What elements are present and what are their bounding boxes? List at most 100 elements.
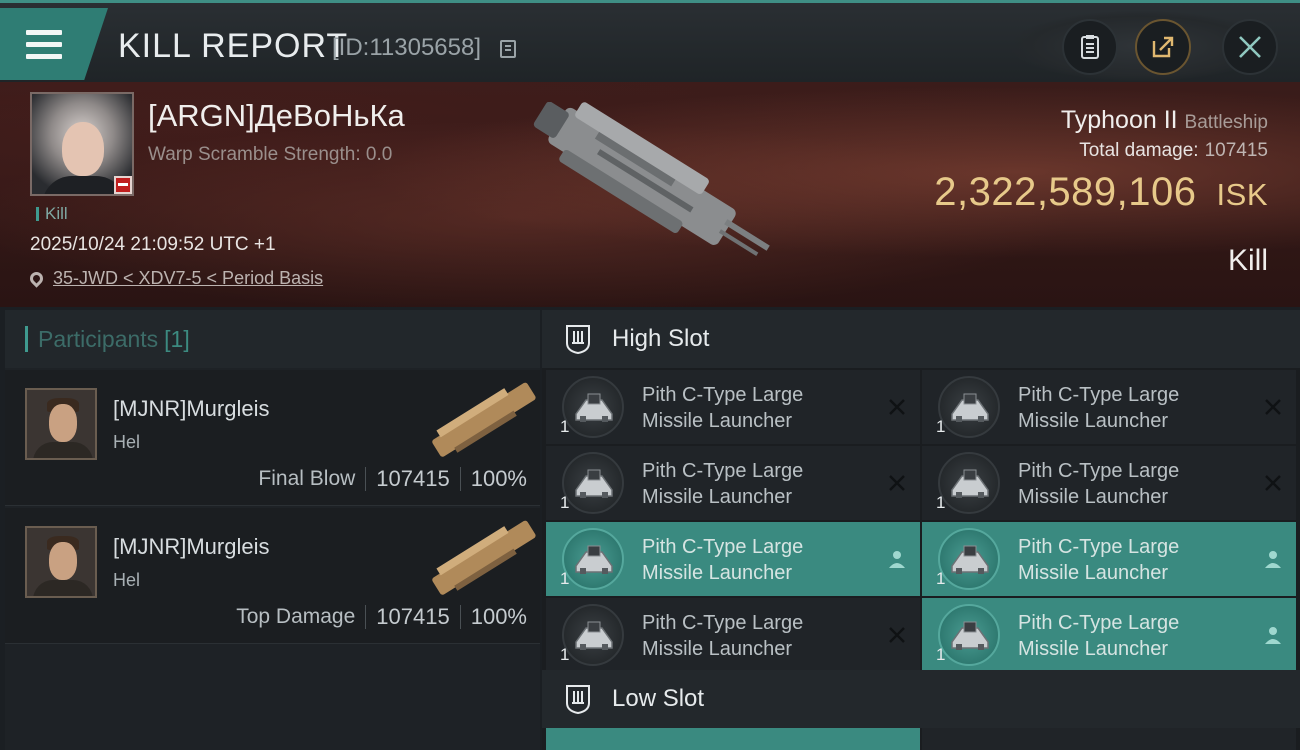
module-name: Pith C-Type Large Missile Launcher [642, 610, 872, 662]
high-slot-header: High Slot [542, 310, 1300, 368]
high-slot-icon [566, 325, 590, 355]
participant-damage: 107415 [376, 466, 450, 491]
person-icon [1265, 627, 1281, 644]
module-name-line2: Missile Launcher [642, 486, 793, 508]
victim-banner: [ARGN]ДеВоНьКа Warp Scramble Strength: 0… [0, 82, 1300, 307]
missile-launcher-icon [562, 604, 624, 666]
victim-ship-image [533, 102, 770, 257]
participant-avatar [25, 526, 97, 598]
corp-badge-icon [114, 176, 132, 194]
module-name-line1: Pith C-Type Large [642, 460, 804, 482]
missile-launcher-icon [938, 528, 1000, 590]
module-quantity: 1 [560, 569, 570, 588]
participant-row[interactable]: [MJNR]Murgleis Hel Final Blow 107415 100… [5, 370, 540, 506]
close-button[interactable] [1222, 19, 1278, 75]
share-button[interactable] [1135, 19, 1191, 75]
person-icon [889, 551, 905, 568]
participants-header: Participants [1] [5, 310, 540, 368]
x-icon [1265, 399, 1281, 415]
module-quantity: 1 [936, 493, 946, 512]
participant-stats: Top Damage 107415 100% [236, 604, 527, 630]
module-quantity: 1 [936, 569, 946, 588]
high-slot-module[interactable]: 1 Pith C-Type Large Missile Launcher [922, 598, 1296, 672]
module-name-line1: Pith C-Type Large [1018, 460, 1180, 482]
module-name-line1: Pith C-Type Large [1018, 536, 1180, 558]
module-name-line1: Pith C-Type Large [642, 536, 804, 558]
high-slot-module[interactable]: 1 Pith C-Type Large Missile Launcher [546, 598, 920, 672]
module-name-line2: Missile Launcher [1018, 562, 1169, 584]
module-name-line2: Missile Launcher [642, 410, 793, 432]
module-name: Pith C-Type Large Missile Launcher [642, 458, 872, 510]
high-slot-module[interactable]: 1 Pith C-Type Large Missile Launcher [546, 446, 920, 520]
result-tag: Kill [36, 204, 68, 224]
total-damage-value: 107415 [1204, 140, 1268, 161]
module-name: Pith C-Type Large Missile Launcher [1018, 534, 1248, 586]
module-name-line1: Pith C-Type Large [1018, 384, 1180, 406]
module-name-line2: Missile Launcher [1018, 486, 1169, 508]
participant-name: [MJNR]Murgleis [113, 396, 270, 421]
total-damage-label: Total damage: [1079, 140, 1199, 161]
missile-launcher-icon [938, 604, 1000, 666]
x-icon [889, 399, 905, 415]
copy-icon[interactable] [500, 40, 516, 58]
module-quantity: 1 [936, 645, 946, 664]
participant-damage: 107415 [376, 604, 450, 629]
high-slot-module[interactable]: 1 Pith C-Type Large Missile Launcher [922, 370, 1296, 444]
low-slot-module-partial[interactable] [546, 728, 920, 750]
low-slot-label: Low Slot [612, 685, 705, 712]
participant-percent: 100% [470, 466, 527, 491]
isk-value: 2,322,589,106 ISK [934, 170, 1268, 215]
participant-stats: Final Blow 107415 100% [258, 466, 527, 492]
ship-type: Typhoon II [1060, 106, 1178, 134]
victim-name: [ARGN]ДеВоНьКа [148, 98, 405, 133]
x-icon [1265, 475, 1281, 491]
participant-ship: Hel [113, 570, 141, 590]
high-slot-module[interactable]: 1 Pith C-Type Large Missile Launcher [546, 522, 920, 596]
x-icon [889, 627, 905, 643]
ship-class: Battleship [1184, 112, 1268, 133]
hamburger-icon [26, 30, 62, 66]
close-icon [1239, 36, 1261, 58]
menu-button[interactable] [0, 8, 108, 80]
clipboard-icon [1081, 35, 1099, 59]
module-name-line1: Pith C-Type Large [642, 612, 804, 634]
low-slot-module-partial[interactable] [922, 728, 1296, 750]
isk-amount: 2,322,589,106 [934, 170, 1197, 214]
participant-percent: 100% [470, 604, 527, 629]
module-name-line2: Missile Launcher [1018, 410, 1169, 432]
module-name: Pith C-Type Large Missile Launcher [1018, 610, 1248, 662]
module-quantity: 1 [560, 493, 570, 512]
participant-ship-image [432, 520, 536, 595]
participant-ship: Hel [113, 432, 141, 452]
low-slot-icon [566, 685, 590, 715]
high-slot-module[interactable]: 1 Pith C-Type Large Missile Launcher [546, 370, 920, 444]
participant-avatar [25, 388, 97, 460]
module-name: Pith C-Type Large Missile Launcher [1018, 382, 1248, 434]
high-slot-module[interactable]: 1 Pith C-Type Large Missile Launcher [922, 522, 1296, 596]
participants-count: [1] [164, 325, 190, 352]
total-damage: Total damage: 107415 [1079, 140, 1268, 162]
module-quantity: 1 [560, 645, 570, 664]
participants-panel: Participants [1] [MJNR]Murgleis Hel Fina… [5, 310, 540, 750]
high-slot-module[interactable]: 1 Pith C-Type Large Missile Launcher [922, 446, 1296, 520]
warp-scramble-strength: Warp Scramble Strength: 0.0 [148, 144, 393, 165]
top-bar: KILL REPORT [ID:11305658] [0, 0, 1300, 82]
participant-row[interactable]: [MJNR]Murgleis Hel Top Damage 107415 100… [5, 508, 540, 644]
fitting-panel: High Slot 1 Pith C-Type Large Missile Laun… [542, 310, 1300, 750]
location-link[interactable]: 35-JWD < XDV7-5 < Period Basis [27, 268, 323, 289]
module-quantity: 1 [560, 417, 570, 436]
participant-tag: Top Damage [236, 605, 356, 628]
module-name: Pith C-Type Large Missile Launcher [642, 534, 872, 586]
missile-launcher-icon [562, 376, 624, 438]
module-name: Pith C-Type Large Missile Launcher [642, 382, 872, 434]
participants-label: Participants [38, 325, 159, 352]
x-icon [889, 475, 905, 491]
person-icon [1265, 551, 1281, 568]
module-name-line2: Missile Launcher [642, 638, 793, 660]
module-name-line2: Missile Launcher [1018, 638, 1169, 660]
participant-name: [MJNR]Murgleis [113, 534, 270, 559]
module-name-line1: Pith C-Type Large [642, 384, 804, 406]
module-name: Pith C-Type Large Missile Launcher [1018, 458, 1248, 510]
module-name-line1: Pith C-Type Large [1018, 612, 1180, 634]
clipboard-button[interactable] [1062, 19, 1118, 75]
